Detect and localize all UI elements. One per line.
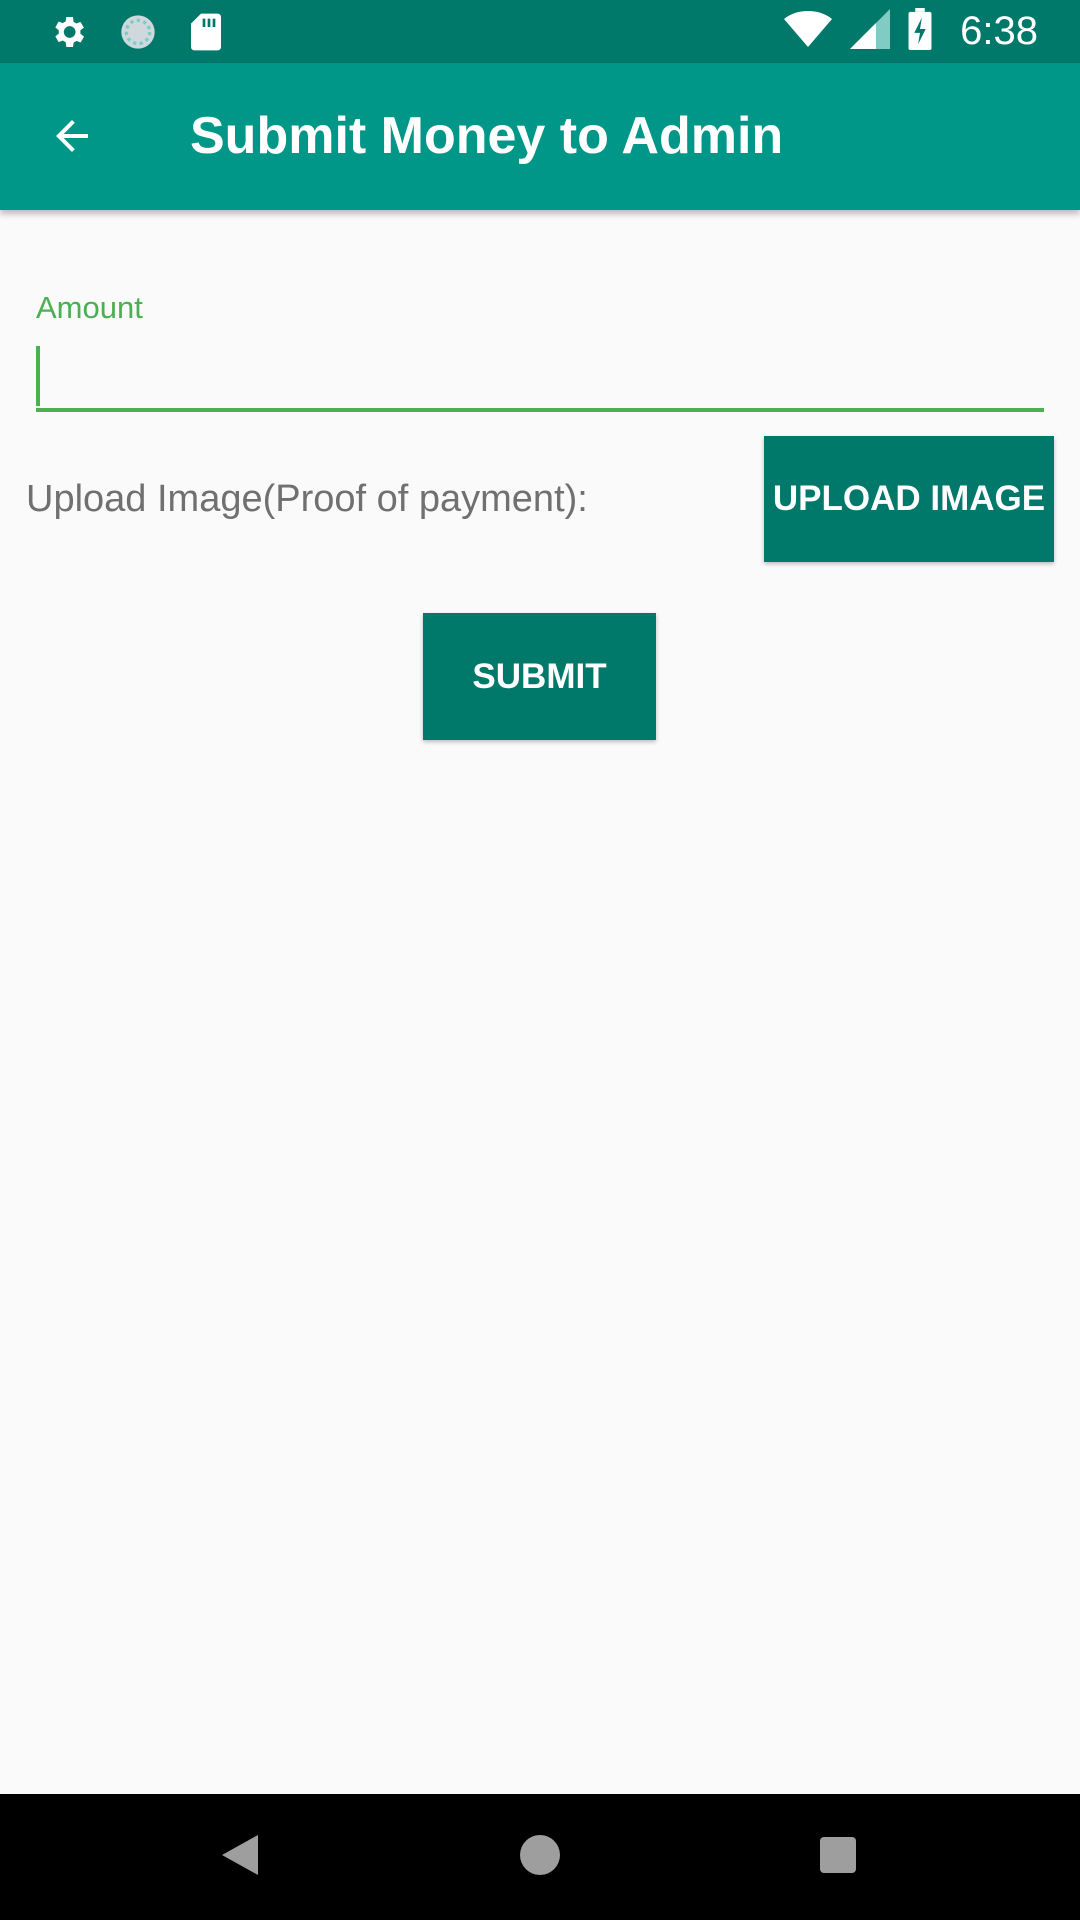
home-circle-icon bbox=[520, 1834, 560, 1880]
sync-icon bbox=[118, 12, 158, 57]
settings-icon bbox=[48, 12, 88, 57]
back-button[interactable] bbox=[32, 103, 112, 173]
nav-back-button[interactable] bbox=[210, 1827, 270, 1887]
back-triangle-icon bbox=[222, 1834, 258, 1880]
nav-home-button[interactable] bbox=[510, 1827, 570, 1887]
app-bar: Submit Money to Admin bbox=[0, 63, 1080, 210]
screen: 6:38 Submit Money to Admin Amount Upload… bbox=[0, 0, 1080, 1920]
submit-button[interactable]: SUBMIT bbox=[423, 613, 656, 740]
amount-field[interactable] bbox=[36, 340, 1044, 412]
upload-image-button[interactable]: UPLOAD IMAGE bbox=[764, 436, 1054, 562]
navigation-bar bbox=[0, 1794, 1080, 1920]
arrow-back-icon bbox=[48, 112, 96, 165]
status-time: 6:38 bbox=[960, 9, 1038, 53]
signal-icon bbox=[850, 9, 891, 54]
text-cursor bbox=[36, 346, 40, 406]
sd-card-icon bbox=[188, 12, 224, 57]
status-bar: 6:38 bbox=[0, 0, 1080, 63]
nav-recents-button[interactable] bbox=[808, 1827, 868, 1887]
battery-charging-icon bbox=[908, 8, 932, 55]
status-right-icons: 6:38 bbox=[784, 8, 1038, 55]
amount-label: Amount bbox=[36, 290, 143, 325]
wifi-icon bbox=[784, 9, 833, 54]
page-title: Submit Money to Admin bbox=[190, 107, 784, 165]
status-left-icons bbox=[48, 12, 224, 57]
upload-image-label: Upload Image(Proof of payment): bbox=[26, 478, 588, 520]
recents-square-icon bbox=[820, 1836, 856, 1878]
